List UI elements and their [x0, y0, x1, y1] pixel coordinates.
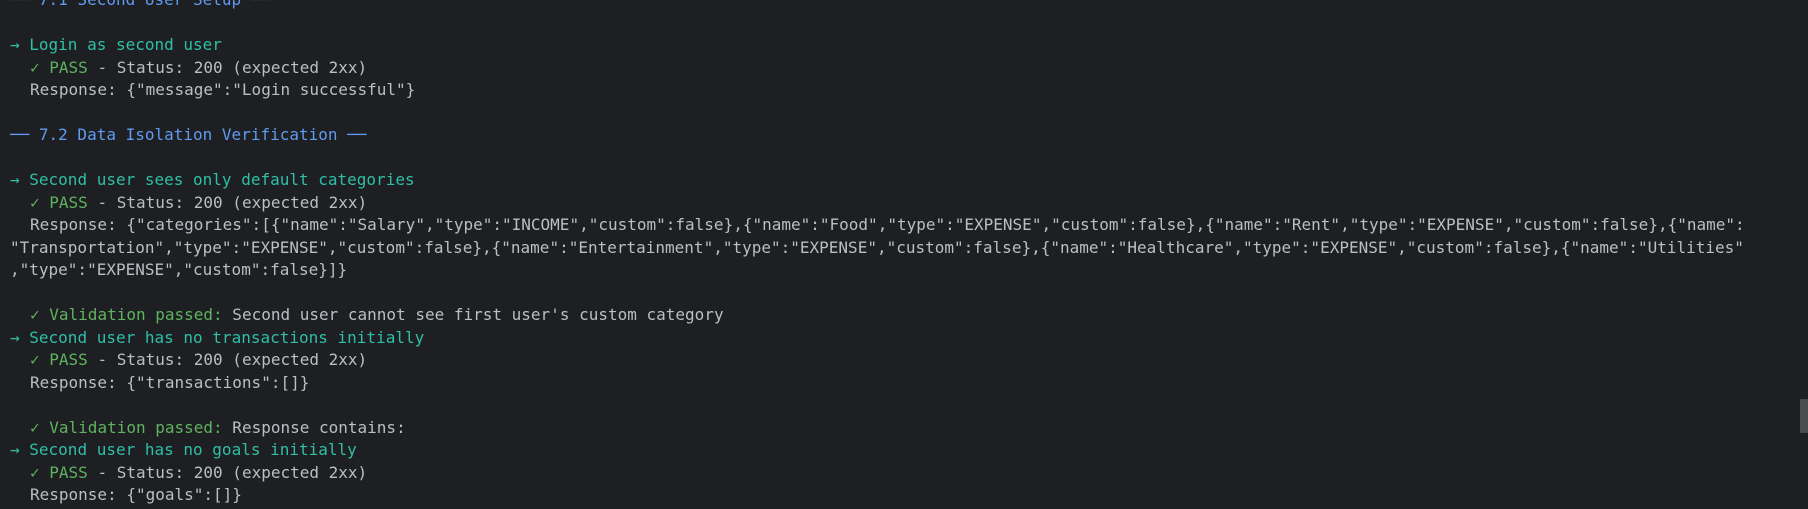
check-icon: ✓: [30, 462, 40, 482]
pass-line: ✓ PASS - Status: 200 (expected 2xx): [10, 349, 1745, 372]
step-label: Second user sees only default categories: [19, 170, 415, 189]
test-step-login-second-user: → Login as second user: [10, 34, 1745, 57]
step-label: Second user has no transactions initiall…: [19, 327, 425, 347]
response-line: Response: {"transactions":[]}: [30, 372, 310, 392]
step-label: Second user has no goals initially: [19, 440, 357, 459]
response-line: Response: {"message":"Login successful"}: [30, 80, 416, 99]
terminal-output: ── 7.1 Second User Setup ── → Login as s…: [10, 0, 1745, 507]
status-text: - Status: 200 (expected 2xx): [87, 57, 368, 77]
test-step-default-categories: → Second user sees only default categori…: [10, 169, 1745, 192]
test-step-no-goals: → Second user has no goals initially: [10, 439, 1745, 462]
response-line-wrap: "Transportation","type":"EXPENSE","custo…: [10, 237, 1744, 257]
pass-line: ✓ PASS - Status: 200 (expected 2xx): [10, 462, 1745, 485]
status-text: - Status: 200 (expected 2xx): [87, 462, 368, 482]
arrow-icon: →: [10, 327, 20, 347]
validation-label: Validation passed:: [39, 305, 223, 324]
terminal-window: ── 7.1 Second User Setup ── → Login as s…: [0, 0, 1808, 509]
scrollbar-thumb[interactable]: [1800, 399, 1808, 433]
response-line: Response: {"categories":[{"name":"Salary…: [30, 215, 1745, 234]
validation-line: ✓ Validation passed: Response contains:: [10, 417, 1745, 440]
test-step-no-transactions: → Second user has no transactions initia…: [10, 327, 1745, 350]
pass-label: PASS: [39, 57, 88, 77]
validation-label: Validation passed:: [39, 417, 223, 437]
status-text: - Status: 200 (expected 2xx): [87, 350, 368, 369]
pass-label: PASS: [39, 462, 88, 482]
pass-line: ✓ PASS - Status: 200 (expected 2xx): [10, 57, 1745, 80]
section-heading-7-2: ── 7.2 Data Isolation Verification ──: [10, 125, 367, 144]
status-text: - Status: 200 (expected 2xx): [87, 192, 368, 212]
check-icon: ✓: [30, 417, 40, 437]
arrow-icon: →: [10, 35, 20, 54]
check-icon: ✓: [30, 192, 40, 212]
pass-label: PASS: [39, 192, 88, 212]
check-icon: ✓: [30, 305, 40, 324]
response-line: Response: {"goals":[]}: [30, 485, 242, 504]
check-icon: ✓: [30, 350, 40, 369]
section-heading-7-1: ── 7.1 Second User Setup ──: [10, 0, 1745, 12]
pass-line: ✓ PASS - Status: 200 (expected 2xx): [10, 192, 1745, 215]
response-line-wrap: ,"type":"EXPENSE","custom":false}]}: [10, 260, 348, 279]
arrow-icon: →: [10, 440, 20, 459]
validation-text: Second user cannot see first user's cust…: [222, 305, 724, 324]
check-icon: ✓: [30, 57, 40, 77]
validation-text: Response contains:: [222, 417, 406, 437]
step-label: Login as second user: [19, 35, 222, 54]
pass-label: PASS: [39, 350, 88, 369]
arrow-icon: →: [10, 170, 20, 189]
validation-line: ✓ Validation passed: Second user cannot …: [10, 304, 1745, 327]
